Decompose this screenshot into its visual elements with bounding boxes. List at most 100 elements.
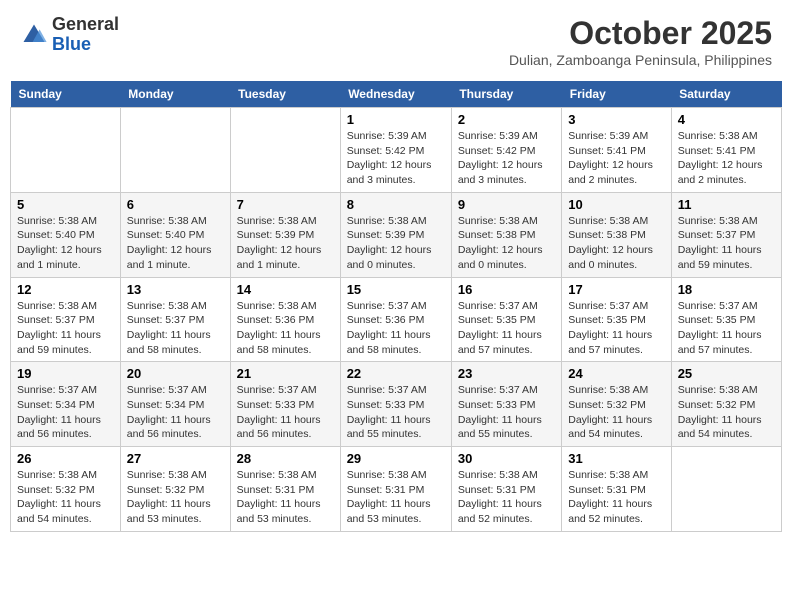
- day-info: Sunrise: 5:38 AM Sunset: 5:32 PM Dayligh…: [568, 383, 664, 442]
- day-number: 28: [237, 451, 334, 466]
- calendar-cell: 16Sunrise: 5:37 AM Sunset: 5:35 PM Dayli…: [451, 277, 561, 362]
- day-header-tuesday: Tuesday: [230, 81, 340, 108]
- calendar-cell: 29 Sunrise: 5:38 AM Sunset: 5:31 PM Dayli…: [340, 447, 451, 532]
- calendar-week-row: 5 Sunrise: 5:38 AM Sunset: 5:40 PM Daylig…: [11, 192, 782, 277]
- day-number: 20: [127, 366, 224, 381]
- day-info: Sunrise: 5:38 AM Sunset: 5:32 PM Dayligh…: [127, 468, 224, 527]
- calendar-cell: 11 Sunrise: 5:38 AM Sunset: 5:37 PM Dayli…: [671, 192, 781, 277]
- calendar-week-row: 19 Sunrise: 5:37 AM Sunset: 5:34 PM Dayli…: [11, 362, 782, 447]
- day-info: Sunrise: 5:37 AM Sunset: 5:35 PM Dayligh…: [568, 299, 664, 358]
- calendar-cell: [230, 108, 340, 193]
- logo-general-text: General: [52, 15, 119, 35]
- calendar-cell: 15Sunrise: 5:37 AM Sunset: 5:36 PM Dayli…: [340, 277, 451, 362]
- calendar-cell: 22 Sunrise: 5:37 AM Sunset: 5:33 PM Dayli…: [340, 362, 451, 447]
- day-number: 21: [237, 366, 334, 381]
- day-number: 7: [237, 197, 334, 212]
- calendar-cell: 26Sunrise: 5:38 AM Sunset: 5:32 PM Dayli…: [11, 447, 121, 532]
- logo-icon: [20, 21, 48, 49]
- day-info: Sunrise: 5:38 AM Sunset: 5:40 PM Dayligh…: [17, 214, 114, 273]
- calendar-cell: 9Sunrise: 5:38 AM Sunset: 5:38 PM Daylig…: [451, 192, 561, 277]
- day-info: Sunrise: 5:38 AM Sunset: 5:31 PM Dayligh…: [237, 468, 334, 527]
- day-number: 5: [17, 197, 114, 212]
- calendar-cell: 24 Sunrise: 5:38 AM Sunset: 5:32 PM Dayli…: [562, 362, 671, 447]
- calendar-cell: [120, 108, 230, 193]
- day-info: Sunrise: 5:38 AM Sunset: 5:38 PM Dayligh…: [568, 214, 664, 273]
- day-number: 24: [568, 366, 664, 381]
- day-info: Sunrise: 5:37 AM Sunset: 5:33 PM Dayligh…: [347, 383, 445, 442]
- day-info: Sunrise: 5:38 AM Sunset: 5:31 PM Dayligh…: [568, 468, 664, 527]
- calendar-cell: 8 Sunrise: 5:38 AM Sunset: 5:39 PM Daylig…: [340, 192, 451, 277]
- calendar-cell: 18 Sunrise: 5:37 AM Sunset: 5:35 PM Dayli…: [671, 277, 781, 362]
- day-info: Sunrise: 5:38 AM Sunset: 5:37 PM Dayligh…: [127, 299, 224, 358]
- calendar-cell: 21 Sunrise: 5:37 AM Sunset: 5:33 PM Dayli…: [230, 362, 340, 447]
- calendar-cell: 3 Sunrise: 5:39 AM Sunset: 5:41 PM Daylig…: [562, 108, 671, 193]
- calendar-cell: 10 Sunrise: 5:38 AM Sunset: 5:38 PM Dayli…: [562, 192, 671, 277]
- calendar-cell: 13 Sunrise: 5:38 AM Sunset: 5:37 PM Dayli…: [120, 277, 230, 362]
- day-number: 11: [678, 197, 775, 212]
- day-number: 13: [127, 282, 224, 297]
- day-number: 1: [347, 112, 445, 127]
- day-header-sunday: Sunday: [11, 81, 121, 108]
- day-number: 22: [347, 366, 445, 381]
- calendar-week-row: 1 Sunrise: 5:39 AM Sunset: 5:42 PM Daylig…: [11, 108, 782, 193]
- day-header-monday: Monday: [120, 81, 230, 108]
- calendar-cell: 17Sunrise: 5:37 AM Sunset: 5:35 PM Dayli…: [562, 277, 671, 362]
- day-info: Sunrise: 5:39 AM Sunset: 5:41 PM Dayligh…: [568, 129, 664, 188]
- day-number: 4: [678, 112, 775, 127]
- day-info: Sunrise: 5:37 AM Sunset: 5:34 PM Dayligh…: [127, 383, 224, 442]
- day-info: Sunrise: 5:38 AM Sunset: 5:32 PM Dayligh…: [678, 383, 775, 442]
- day-info: Sunrise: 5:37 AM Sunset: 5:35 PM Dayligh…: [678, 299, 775, 358]
- calendar-cell: 1 Sunrise: 5:39 AM Sunset: 5:42 PM Daylig…: [340, 108, 451, 193]
- calendar-cell: 6 Sunrise: 5:38 AM Sunset: 5:40 PM Daylig…: [120, 192, 230, 277]
- day-info: Sunrise: 5:38 AM Sunset: 5:40 PM Dayligh…: [127, 214, 224, 273]
- day-header-friday: Friday: [562, 81, 671, 108]
- day-info: Sunrise: 5:38 AM Sunset: 5:31 PM Dayligh…: [458, 468, 555, 527]
- calendar-week-row: 26 Sunrise: 5:38 AM Sunset: 5:32 PM Dayli…: [11, 447, 782, 532]
- calendar-header-row: SundayMondayTuesdayWednesdayThursdayFrid…: [11, 81, 782, 108]
- day-number: 29: [347, 451, 445, 466]
- day-number: 8: [347, 197, 445, 212]
- day-header-thursday: Thursday: [451, 81, 561, 108]
- title-block: October 2025 Dulian, Zamboanga Peninsula…: [509, 15, 772, 68]
- day-header-wednesday: Wednesday: [340, 81, 451, 108]
- day-number: 18: [678, 282, 775, 297]
- day-info: Sunrise: 5:38 AM Sunset: 5:41 PM Dayligh…: [678, 129, 775, 188]
- calendar-cell: 7 Sunrise: 5:38 AM Sunset: 5:39 PM Daylig…: [230, 192, 340, 277]
- logo: General Blue: [20, 15, 119, 55]
- calendar-table: SundayMondayTuesdayWednesdayThursdayFrid…: [10, 81, 782, 532]
- calendar-cell: 12 Sunrise: 5:38 AM Sunset: 5:37 PM Dayli…: [11, 277, 121, 362]
- day-number: 9: [458, 197, 555, 212]
- day-number: 16: [458, 282, 555, 297]
- day-info: Sunrise: 5:39 AM Sunset: 5:42 PM Dayligh…: [347, 129, 445, 188]
- calendar-cell: [11, 108, 121, 193]
- day-info: Sunrise: 5:38 AM Sunset: 5:31 PM Dayligh…: [347, 468, 445, 527]
- day-info: Sunrise: 5:37 AM Sunset: 5:34 PM Dayligh…: [17, 383, 114, 442]
- location-title: Dulian, Zamboanga Peninsula, Philippines: [509, 52, 772, 68]
- calendar-cell: 27 Sunrise: 5:38 AM Sunset: 5:32 PM Dayli…: [120, 447, 230, 532]
- day-number: 10: [568, 197, 664, 212]
- calendar-cell: 4 Sunrise: 5:38 AM Sunset: 5:41 PM Daylig…: [671, 108, 781, 193]
- calendar-cell: 20 Sunrise: 5:37 AM Sunset: 5:34 PM Dayli…: [120, 362, 230, 447]
- calendar-cell: 31 Sunrise: 5:38 AM Sunset: 5:31 PM Dayli…: [562, 447, 671, 532]
- month-title: October 2025: [509, 15, 772, 52]
- day-number: 31: [568, 451, 664, 466]
- day-info: Sunrise: 5:38 AM Sunset: 5:39 PM Dayligh…: [237, 214, 334, 273]
- day-info: Sunrise: 5:37 AM Sunset: 5:33 PM Dayligh…: [458, 383, 555, 442]
- calendar-cell: 30Sunrise: 5:38 AM Sunset: 5:31 PM Dayli…: [451, 447, 561, 532]
- day-number: 6: [127, 197, 224, 212]
- day-number: 19: [17, 366, 114, 381]
- calendar-cell: [671, 447, 781, 532]
- day-info: Sunrise: 5:38 AM Sunset: 5:39 PM Dayligh…: [347, 214, 445, 273]
- calendar-cell: 23Sunrise: 5:37 AM Sunset: 5:33 PM Dayli…: [451, 362, 561, 447]
- page-header: General Blue October 2025 Dulian, Zamboa…: [10, 10, 782, 73]
- logo-blue-text: Blue: [52, 35, 119, 55]
- day-number: 26: [17, 451, 114, 466]
- day-number: 27: [127, 451, 224, 466]
- day-info: Sunrise: 5:38 AM Sunset: 5:37 PM Dayligh…: [678, 214, 775, 273]
- day-info: Sunrise: 5:38 AM Sunset: 5:37 PM Dayligh…: [17, 299, 114, 358]
- day-number: 3: [568, 112, 664, 127]
- day-number: 12: [17, 282, 114, 297]
- day-info: Sunrise: 5:37 AM Sunset: 5:33 PM Dayligh…: [237, 383, 334, 442]
- calendar-cell: 14Sunrise: 5:38 AM Sunset: 5:36 PM Dayli…: [230, 277, 340, 362]
- day-info: Sunrise: 5:37 AM Sunset: 5:36 PM Dayligh…: [347, 299, 445, 358]
